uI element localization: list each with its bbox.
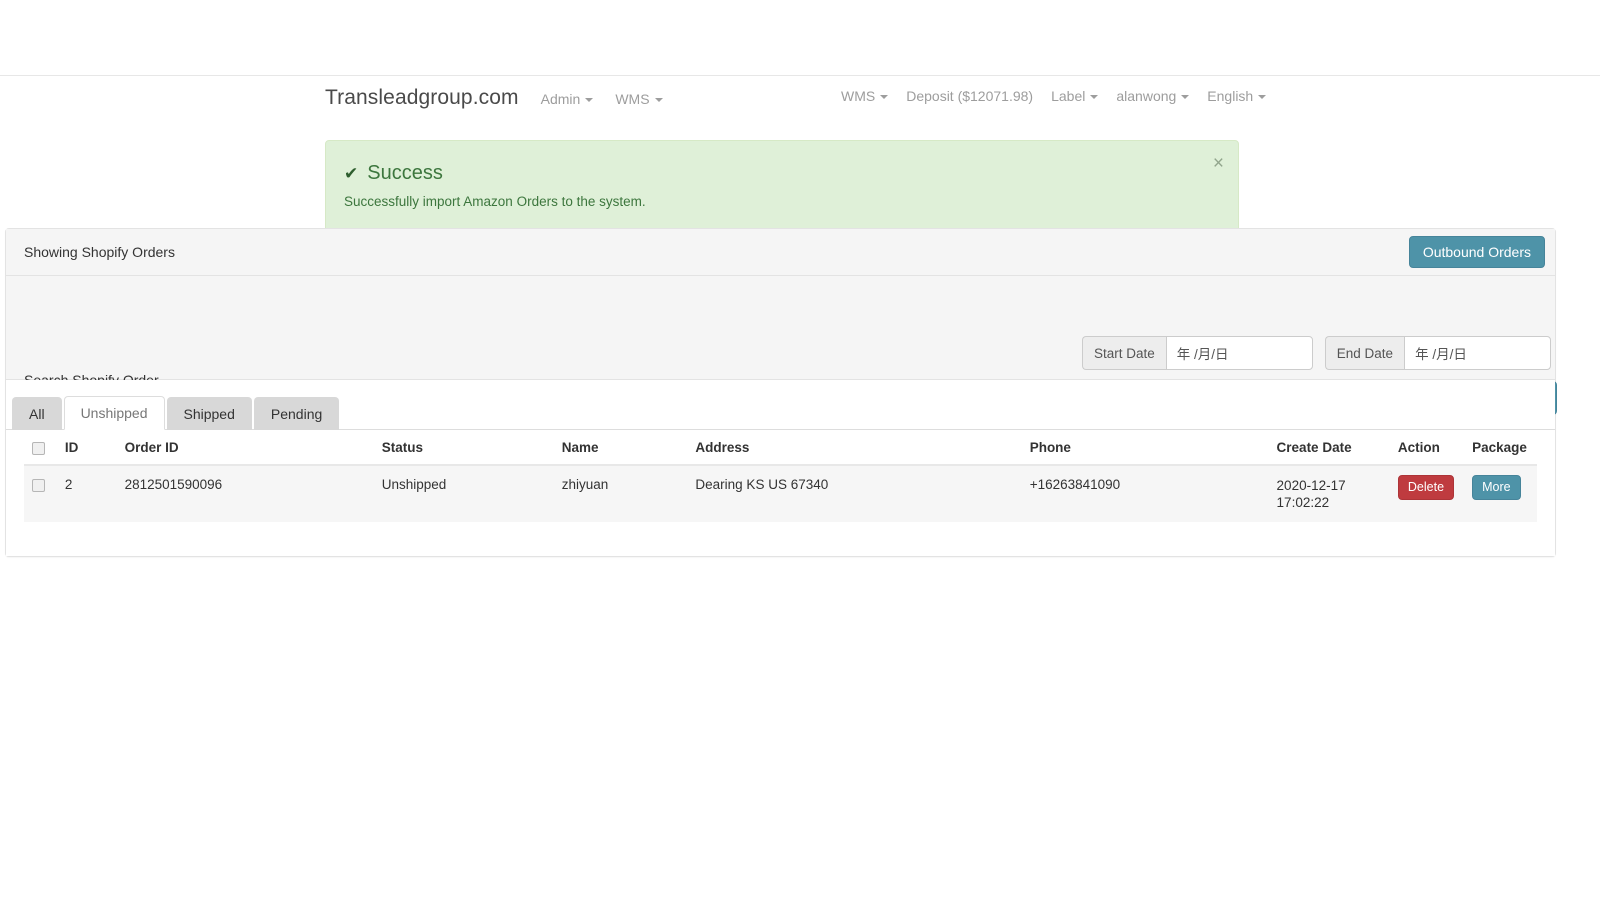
cell-create-date: 2020-12-17 17:02:22 bbox=[1269, 465, 1390, 522]
start-date-input[interactable]: 年 /月/日 bbox=[1166, 336, 1313, 370]
nav-item-language[interactable]: English bbox=[1207, 88, 1266, 104]
cell-action: Delete bbox=[1390, 465, 1464, 522]
end-date-input[interactable]: 年 /月/日 bbox=[1404, 336, 1551, 370]
date-filter-row: Start Date 年 /月/日 End Date 年 /月/日 bbox=[1082, 336, 1551, 370]
alert-title: Success bbox=[367, 161, 443, 185]
nav-item-label-label: Label bbox=[1051, 88, 1085, 104]
nav-item-deposit[interactable]: Deposit ($12071.98) bbox=[906, 88, 1033, 104]
header-id: ID bbox=[57, 430, 117, 465]
select-all-checkbox[interactable] bbox=[32, 442, 45, 455]
orders-table-body: 2 2812501590096 Unshipped zhiyuan Dearin… bbox=[24, 465, 1537, 522]
header-address: Address bbox=[687, 430, 1021, 465]
cell-status: Unshipped bbox=[374, 465, 554, 522]
end-date-group: End Date 年 /月/日 bbox=[1325, 336, 1551, 370]
start-date-group: Start Date 年 /月/日 bbox=[1082, 336, 1313, 370]
tab-pending[interactable]: Pending bbox=[254, 397, 339, 430]
top-navbar bbox=[0, 0, 1600, 76]
chevron-down-icon bbox=[880, 95, 888, 99]
orders-table-head: ID Order ID Status Name Address Phone Cr… bbox=[24, 430, 1537, 465]
table-row: 2 2812501590096 Unshipped zhiyuan Dearin… bbox=[24, 465, 1537, 522]
chevron-down-icon bbox=[655, 98, 663, 102]
chevron-down-icon bbox=[585, 98, 593, 102]
cell-id: 2 bbox=[57, 465, 117, 522]
nav-item-user[interactable]: alanwong bbox=[1116, 88, 1189, 104]
cell-name: zhiyuan bbox=[554, 465, 688, 522]
alert-title-row: ✔ Success bbox=[344, 161, 1218, 185]
tabs-section: All Unshipped Shipped Pending bbox=[6, 380, 1555, 430]
row-select-checkbox[interactable] bbox=[32, 479, 45, 492]
row-select-cell bbox=[24, 465, 57, 522]
delete-button[interactable]: Delete bbox=[1398, 475, 1454, 500]
brand-logo[interactable]: Transleadgroup.com bbox=[325, 86, 519, 110]
header-order-id: Order ID bbox=[117, 430, 374, 465]
navbar-left-group: Transleadgroup.com Admin WMS bbox=[325, 86, 663, 110]
alert-container: × ✔ Success Successfully import Amazon O… bbox=[325, 140, 1239, 233]
alert-message: Successfully import Amazon Orders to the… bbox=[344, 193, 1218, 212]
nav-item-wms[interactable]: WMS bbox=[615, 91, 662, 107]
check-icon: ✔ bbox=[344, 165, 358, 182]
nav-item-wms-label: WMS bbox=[615, 91, 649, 107]
chevron-down-icon bbox=[1258, 95, 1266, 99]
search-section: Search Shopify Order Start Date 年 /月/日 E… bbox=[6, 276, 1555, 380]
nav-item-wms-right-label: WMS bbox=[841, 88, 875, 104]
end-date-addon: End Date bbox=[1325, 336, 1404, 370]
chevron-down-icon bbox=[1181, 95, 1189, 99]
panel-header: Showing Shopify Orders Outbound Orders bbox=[6, 229, 1555, 276]
nav-item-admin-label: Admin bbox=[541, 91, 581, 107]
nav-item-wms-right[interactable]: WMS bbox=[841, 88, 888, 104]
chevron-down-icon bbox=[1090, 95, 1098, 99]
tab-shipped[interactable]: Shipped bbox=[167, 397, 252, 430]
success-alert: × ✔ Success Successfully import Amazon O… bbox=[325, 140, 1239, 233]
orders-table: ID Order ID Status Name Address Phone Cr… bbox=[24, 430, 1537, 522]
alert-close-icon[interactable]: × bbox=[1213, 154, 1224, 173]
tab-all[interactable]: All bbox=[12, 397, 62, 430]
navbar-right-group: WMS Deposit ($12071.98) Label alanwong E… bbox=[841, 88, 1284, 104]
end-date-placeholder: 年 /月/日 bbox=[1415, 343, 1467, 363]
cell-address: Dearing KS US 67340 bbox=[687, 465, 1021, 522]
cell-package: More bbox=[1464, 465, 1537, 522]
more-button[interactable]: More bbox=[1472, 475, 1520, 500]
header-phone: Phone bbox=[1022, 430, 1269, 465]
orders-table-wrapper: ID Order ID Status Name Address Phone Cr… bbox=[6, 430, 1555, 556]
outbound-orders-button[interactable]: Outbound Orders bbox=[1409, 236, 1545, 268]
header-package: Package bbox=[1464, 430, 1537, 465]
cell-phone: +16263841090 bbox=[1022, 465, 1269, 522]
header-action: Action bbox=[1390, 430, 1464, 465]
nav-item-admin[interactable]: Admin bbox=[541, 91, 594, 107]
header-select-all bbox=[24, 430, 57, 465]
start-date-addon: Start Date bbox=[1082, 336, 1166, 370]
header-status: Status bbox=[374, 430, 554, 465]
nav-item-label[interactable]: Label bbox=[1051, 88, 1098, 104]
orders-panel: Showing Shopify Orders Outbound Orders S… bbox=[5, 228, 1556, 557]
panel-title: Showing Shopify Orders bbox=[24, 244, 175, 260]
header-create-date: Create Date bbox=[1269, 430, 1390, 465]
nav-item-user-label: alanwong bbox=[1116, 88, 1176, 104]
nav-item-language-label: English bbox=[1207, 88, 1253, 104]
order-status-tabs: All Unshipped Shipped Pending bbox=[6, 394, 1555, 430]
table-header-row: ID Order ID Status Name Address Phone Cr… bbox=[24, 430, 1537, 465]
nav-item-deposit-label: Deposit ($12071.98) bbox=[906, 88, 1033, 104]
tab-unshipped[interactable]: Unshipped bbox=[64, 396, 165, 430]
start-date-placeholder: 年 /月/日 bbox=[1177, 343, 1229, 363]
header-name: Name bbox=[554, 430, 688, 465]
cell-order-id: 2812501590096 bbox=[117, 465, 374, 522]
